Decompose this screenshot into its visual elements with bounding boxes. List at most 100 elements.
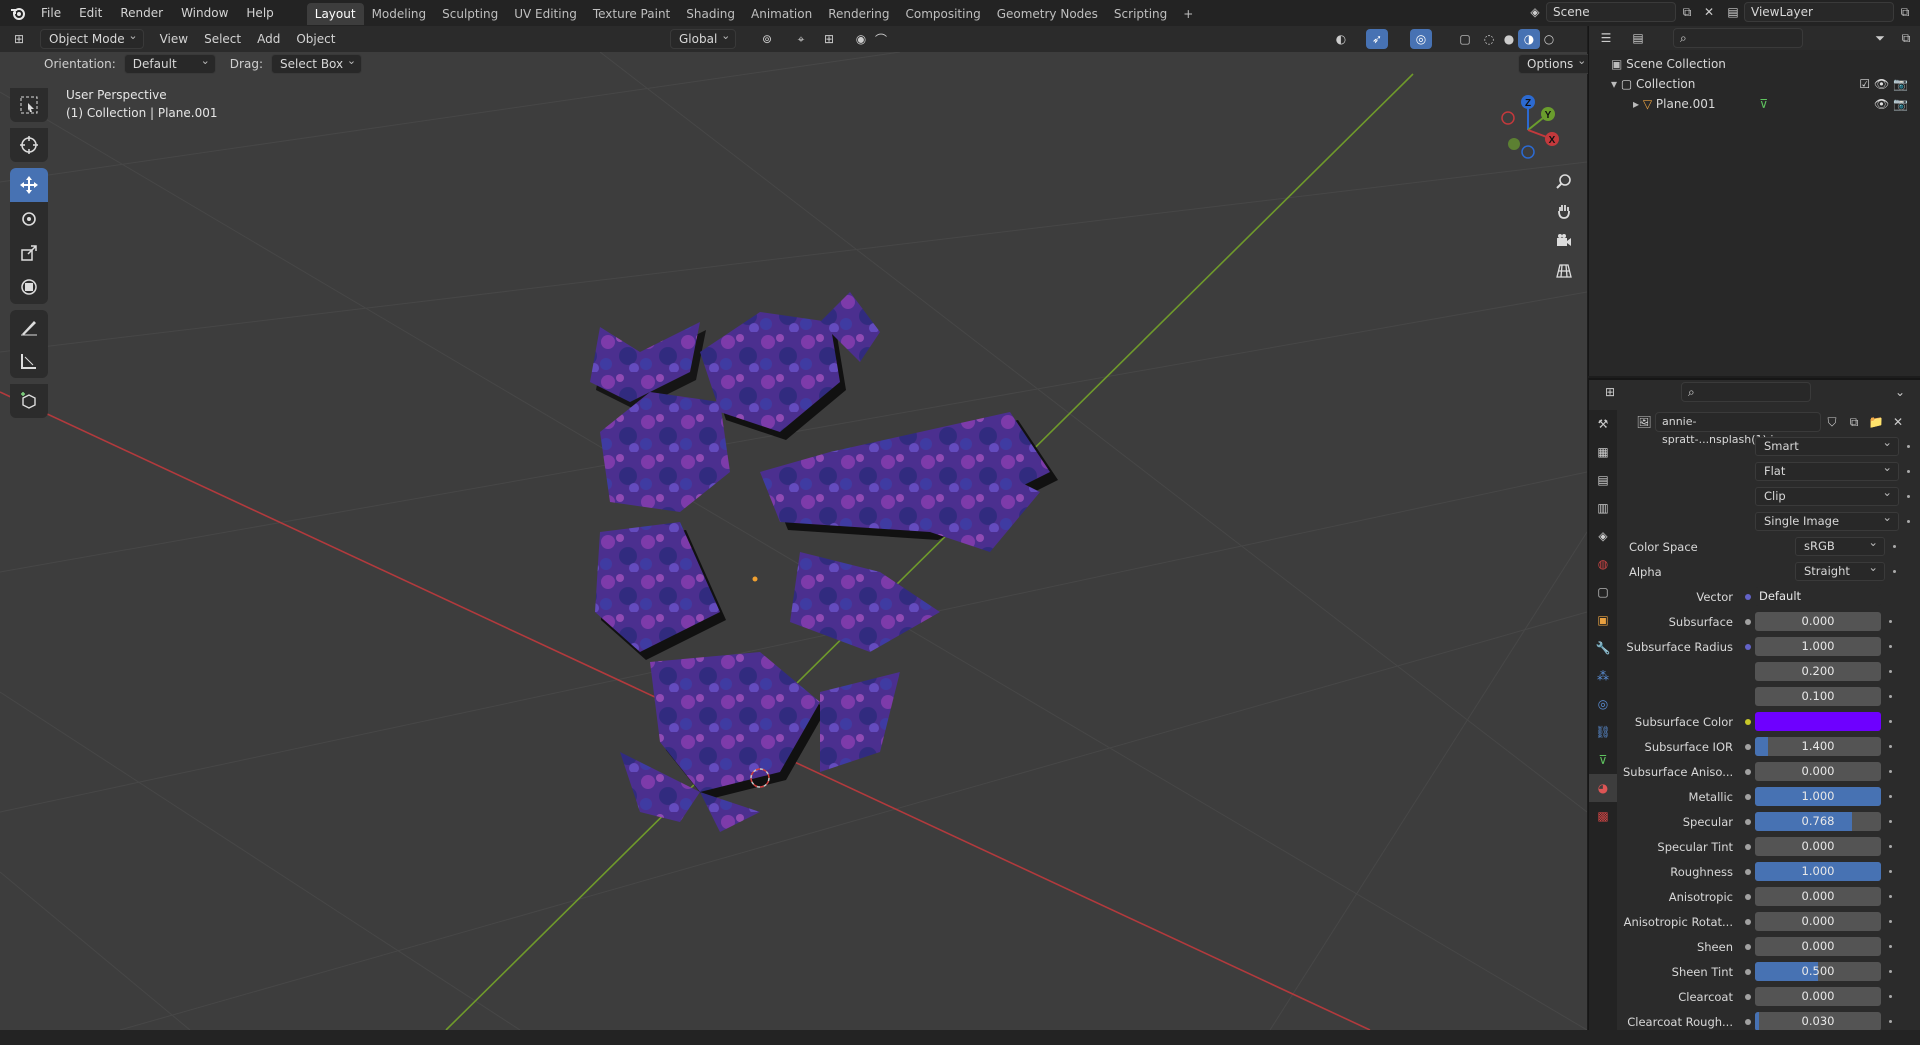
orientation-dropdown[interactable]: Default xyxy=(123,52,216,74)
value-slider[interactable]: 0.200 xyxy=(1755,662,1881,681)
keyframe-dot[interactable] xyxy=(1881,695,1899,698)
transform-orientation-dropdown[interactable]: Global xyxy=(670,27,737,49)
viewlayer-icon[interactable]: ▤ xyxy=(1722,2,1744,22)
measure-tool[interactable] xyxy=(10,344,48,378)
keyframe-dot[interactable] xyxy=(1881,645,1899,648)
tab-uv-editing[interactable]: UV Editing xyxy=(506,3,585,25)
particles-tab[interactable]: ⁂ xyxy=(1589,662,1617,690)
xray-icon[interactable]: ▢ xyxy=(1454,29,1476,49)
input-socket[interactable] xyxy=(1741,843,1755,850)
object-tab[interactable]: ▣ xyxy=(1589,606,1617,634)
keyframe-dot[interactable] xyxy=(1885,545,1903,548)
transform-tool[interactable] xyxy=(10,270,48,304)
value-slider[interactable]: 1.000 xyxy=(1755,787,1881,806)
color-swatch[interactable] xyxy=(1755,712,1881,731)
rotate-tool[interactable] xyxy=(10,202,48,236)
keyframe-dot[interactable] xyxy=(1881,970,1899,973)
keyframe-dot[interactable] xyxy=(1899,520,1917,523)
input-socket[interactable] xyxy=(1741,743,1755,750)
checkbox-icon[interactable]: ☑ xyxy=(1859,77,1870,91)
keyframe-dot[interactable] xyxy=(1899,495,1917,498)
new-scene-icon[interactable]: ⧉ xyxy=(1676,2,1698,22)
drag-dropdown[interactable]: Select Box xyxy=(270,52,363,74)
material-shading-icon[interactable]: ◑ xyxy=(1518,29,1540,49)
input-socket[interactable] xyxy=(1741,868,1755,875)
unlink-image-icon[interactable]: ✕ xyxy=(1887,412,1909,432)
texture-tab[interactable]: ▩ xyxy=(1589,802,1617,830)
new-collection-icon[interactable]: ⧉ xyxy=(1895,28,1917,48)
material-tab[interactable]: ◕ xyxy=(1589,774,1617,802)
pivot-icon[interactable]: ⊚ xyxy=(756,29,778,49)
mode-dropdown[interactable]: Object Mode xyxy=(40,27,144,49)
render-tab[interactable]: ▦ xyxy=(1589,438,1617,466)
menu-help[interactable]: Help xyxy=(237,0,282,26)
keyframe-dot[interactable] xyxy=(1885,570,1903,573)
fake-user-shield-icon[interactable]: ⛉ xyxy=(1821,412,1843,432)
value-slider[interactable]: 0.500 xyxy=(1755,962,1881,981)
interpolation-dropdown[interactable]: Smart xyxy=(1755,434,1899,456)
value-slider[interactable]: 0.000 xyxy=(1755,837,1881,856)
view-layer-tab[interactable]: ▥ xyxy=(1589,494,1617,522)
input-socket[interactable] xyxy=(1741,818,1755,825)
menu-edit[interactable]: Edit xyxy=(70,0,111,26)
value-slider[interactable]: 0.030 xyxy=(1755,1012,1881,1031)
tree-row-scene-collection[interactable]: ▣ Scene Collection xyxy=(1589,54,1920,74)
keyframe-dot[interactable] xyxy=(1881,720,1899,723)
tab-rendering[interactable]: Rendering xyxy=(820,3,897,25)
menu-object[interactable]: Object xyxy=(288,29,343,49)
keyframe-dot[interactable] xyxy=(1881,945,1899,948)
scene-icon[interactable]: ◈ xyxy=(1524,2,1546,22)
keyframe-dot[interactable] xyxy=(1881,1020,1899,1023)
collection-tab[interactable]: ▢ xyxy=(1589,578,1617,606)
camera-view-button[interactable] xyxy=(1549,226,1579,256)
value-slider[interactable]: 0.100 xyxy=(1755,687,1881,706)
tab-texture-paint[interactable]: Texture Paint xyxy=(585,3,678,25)
menu-file[interactable]: File xyxy=(32,0,70,26)
output-tab[interactable]: ▤ xyxy=(1589,466,1617,494)
data-tab[interactable]: ⊽ xyxy=(1589,746,1617,774)
image-browse-icon[interactable]: 🖼 xyxy=(1633,412,1655,432)
vector-input[interactable]: Default xyxy=(1755,587,1881,606)
color-space-dropdown[interactable]: sRGB xyxy=(1795,534,1885,556)
value-slider[interactable]: 0.768 xyxy=(1755,812,1881,831)
3d-viewport[interactable]: User Perspective (1) Collection | Plane.… xyxy=(0,52,1587,1030)
value-slider[interactable]: 0.000 xyxy=(1755,887,1881,906)
properties-editor-type-icon[interactable]: ⊞ xyxy=(1599,382,1621,402)
keyframe-dot[interactable] xyxy=(1881,795,1899,798)
scene-tab[interactable]: ◈ xyxy=(1589,522,1617,550)
tab-animation[interactable]: Animation xyxy=(743,3,820,25)
constraints-tab[interactable]: ⛓ xyxy=(1589,718,1617,746)
cursor-tool[interactable] xyxy=(10,128,48,162)
camera-render-icon[interactable]: 📷 xyxy=(1893,97,1908,111)
keyframe-dot[interactable] xyxy=(1881,620,1899,623)
keyframe-dot[interactable] xyxy=(1881,870,1899,873)
input-socket[interactable] xyxy=(1741,793,1755,800)
menu-view[interactable]: View xyxy=(152,29,196,49)
display-mode-icon[interactable]: ▤ xyxy=(1627,28,1649,48)
add-workspace-button[interactable]: + xyxy=(1175,3,1201,25)
keyframe-dot[interactable] xyxy=(1881,845,1899,848)
outliner-editor-type-icon[interactable]: ☰ xyxy=(1595,28,1617,48)
image-name-field[interactable]: annie-spratt-...nsplash(1).jpg xyxy=(1655,412,1821,446)
visibility-icon[interactable]: ◐ xyxy=(1330,29,1352,49)
keyframe-dot[interactable] xyxy=(1899,445,1917,448)
alpha-dropdown[interactable]: Straight xyxy=(1795,559,1885,581)
menu-window[interactable]: Window xyxy=(172,0,237,26)
value-slider[interactable]: 1.000 xyxy=(1755,862,1881,881)
outliner-search-input[interactable]: ⌕ xyxy=(1673,28,1803,48)
value-slider[interactable]: 0.000 xyxy=(1755,987,1881,1006)
overlay-toggle-icon[interactable]: ◎ xyxy=(1410,29,1432,49)
viewlayer-name-field[interactable]: ViewLayer xyxy=(1744,2,1894,22)
keyframe-dot[interactable] xyxy=(1881,995,1899,998)
value-slider[interactable]: 0.000 xyxy=(1755,762,1881,781)
snap-icon[interactable]: ⌖ xyxy=(790,29,812,49)
input-socket[interactable] xyxy=(1741,618,1755,625)
tab-compositing[interactable]: Compositing xyxy=(897,3,988,25)
tab-geometry-nodes[interactable]: Geometry Nodes xyxy=(989,3,1106,25)
solid-shading-icon[interactable]: ● xyxy=(1498,29,1520,49)
eye-icon[interactable]: 👁 xyxy=(1874,77,1889,91)
input-socket[interactable] xyxy=(1741,918,1755,925)
proportional-edit-icon[interactable]: ◉ xyxy=(850,29,872,49)
tool-tab[interactable]: ⚒ xyxy=(1589,410,1617,438)
delete-scene-icon[interactable]: ✕ xyxy=(1698,2,1720,22)
